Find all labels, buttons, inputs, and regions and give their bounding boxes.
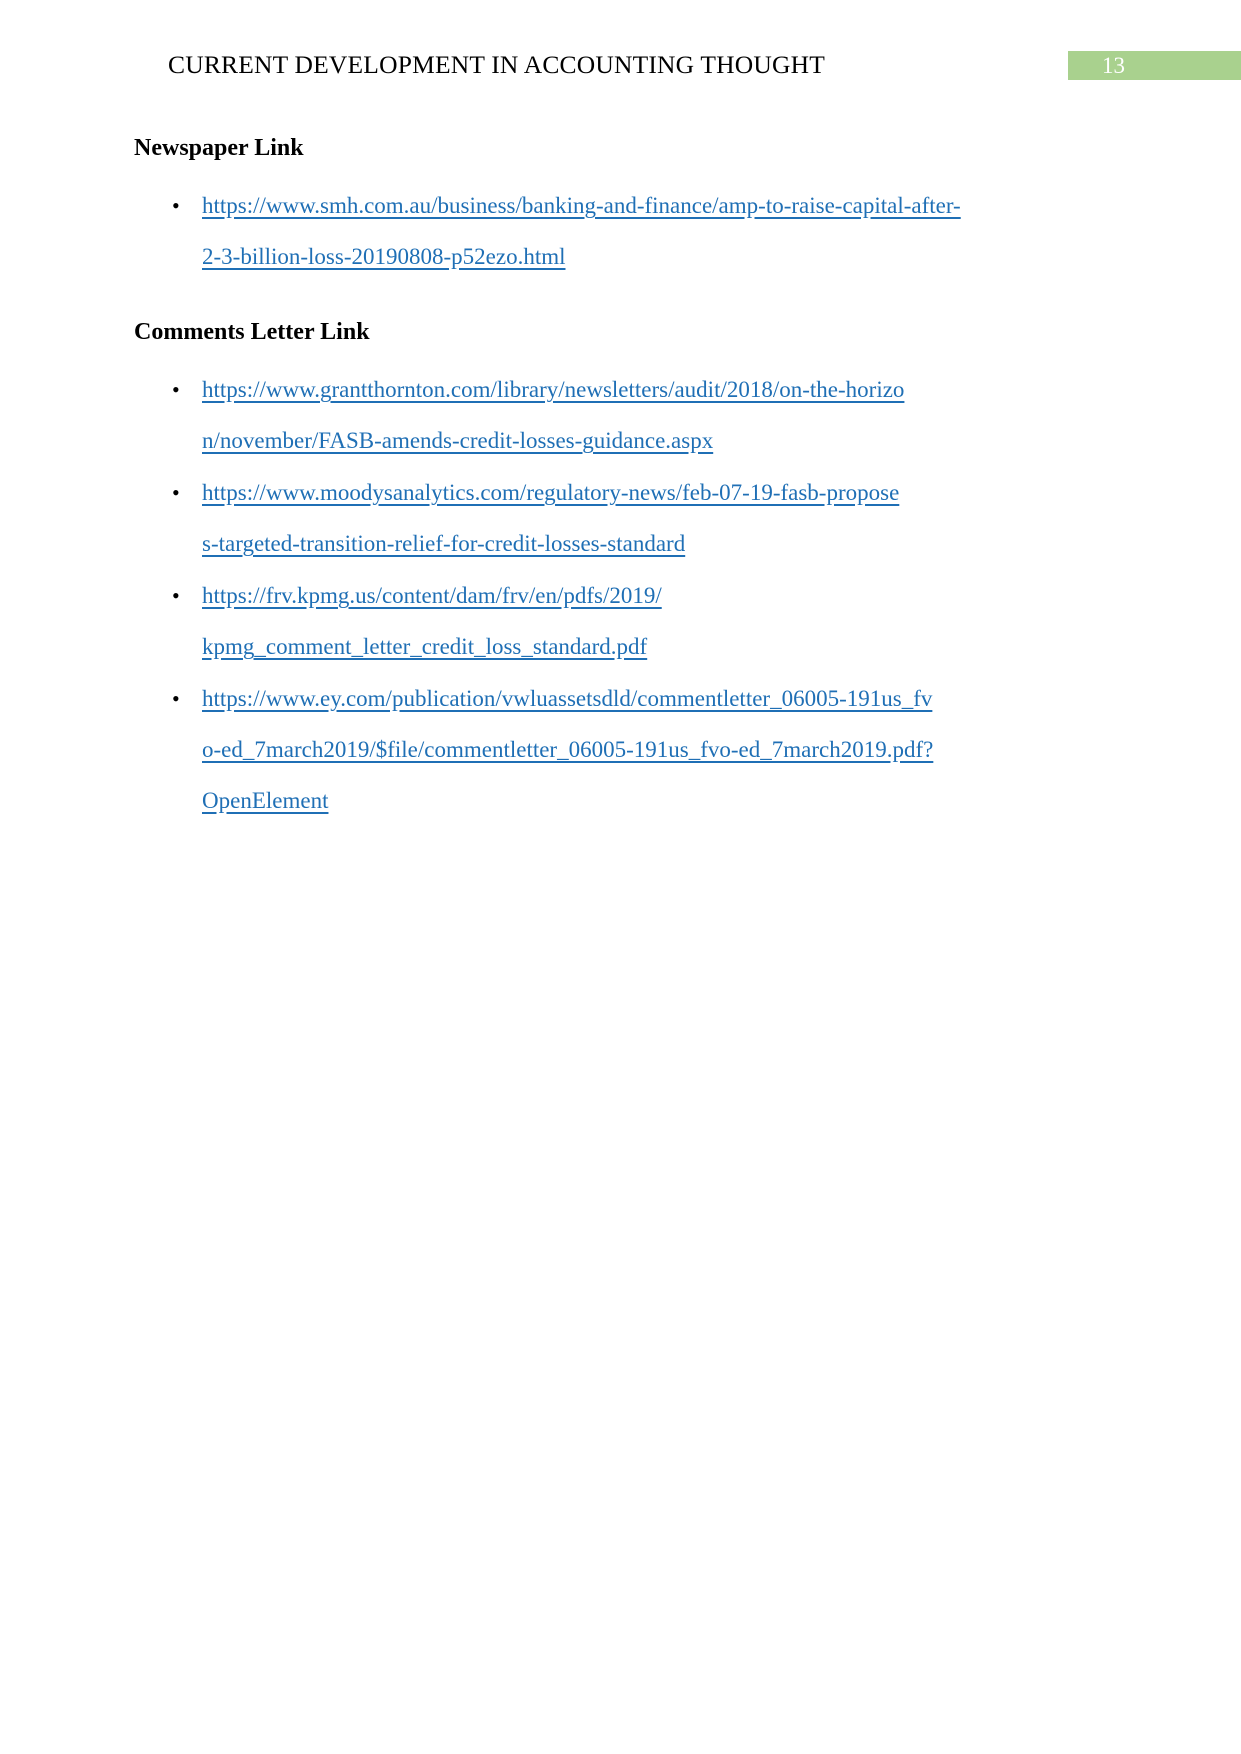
bullet-icon: •	[172, 686, 180, 711]
newspaper-link-list: • https://www.smh.com.au/business/bankin…	[0, 180, 1241, 282]
document-page: CURRENT DEVELOPMENT IN ACCOUNTING THOUGH…	[0, 0, 1241, 1754]
comments-link-list: • https://www.grantthornton.com/library/…	[0, 364, 1241, 826]
bullet-icon: •	[172, 377, 180, 402]
bullet-icon: •	[172, 193, 180, 218]
section-heading-comments: Comments Letter Link	[134, 319, 370, 345]
bullet-icon: •	[172, 480, 180, 505]
document-body: Newspaper Link • https://www.smh.com.au/…	[0, 118, 1241, 826]
link-moodysanalytics-fasb-transition-relief[interactable]: https://www.moodysanalytics.com/regulato…	[202, 467, 902, 569]
list-item: • https://www.grantthornton.com/library/…	[0, 364, 1241, 466]
section-newspaper-link: Newspaper Link • https://www.smh.com.au/…	[0, 131, 1241, 282]
page-number-text: 13	[1102, 53, 1125, 78]
header-title: CURRENT DEVELOPMENT IN ACCOUNTING THOUGH…	[168, 50, 826, 79]
link-smh-amp-capital[interactable]: https://www.smh.com.au/business/banking-…	[202, 180, 964, 282]
section-heading-newspaper: Newspaper Link	[134, 135, 304, 161]
link-ey-commentletter-fvo-ed[interactable]: https://www.ey.com/publication/vwluasset…	[202, 673, 938, 826]
list-item: • https://www.moodysanalytics.com/regula…	[0, 467, 1241, 569]
link-grantthornton-fasb-credit-losses[interactable]: https://www.grantthornton.com/library/ne…	[202, 364, 908, 466]
list-item: • https://frv.kpmg.us/content/dam/frv/en…	[0, 570, 1241, 672]
list-item: • https://www.ey.com/publication/vwluass…	[0, 673, 1241, 826]
page-header: CURRENT DEVELOPMENT IN ACCOUNTING THOUGH…	[0, 48, 1241, 84]
bullet-icon: •	[172, 583, 180, 608]
list-item: • https://www.smh.com.au/business/bankin…	[0, 180, 1241, 282]
link-kpmg-comment-letter-credit-loss[interactable]: https://frv.kpmg.us/content/dam/frv/en/p…	[202, 570, 662, 672]
section-comments-letter-link: Comments Letter Link • https://www.grant…	[0, 315, 1241, 826]
page-number-badge: 13	[1068, 51, 1241, 80]
